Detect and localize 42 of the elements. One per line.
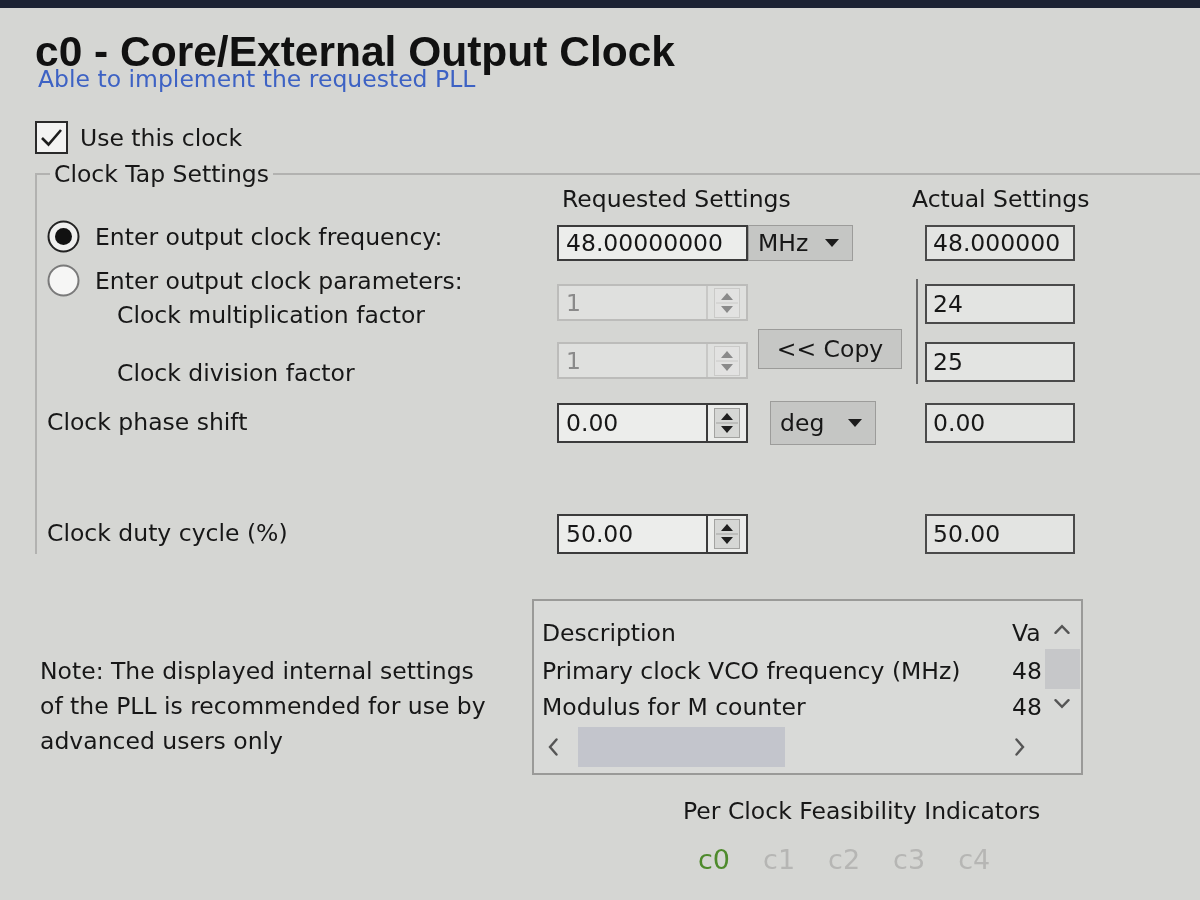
checkbox-label[interactable]: Use this clock: [80, 122, 243, 153]
spin-box[interactable]: 0.00: [557, 403, 748, 443]
unit-dropdown[interactable]: deg: [770, 401, 876, 445]
indicators-heading: Per Clock Feasibility Indicators: [683, 796, 1041, 826]
readonly-field: 48.000000: [925, 225, 1075, 261]
column-header: Va: [1012, 618, 1041, 648]
vertical-scrollbar-thumb[interactable]: [1044, 649, 1080, 689]
spinner-icon[interactable]: [714, 408, 740, 438]
column-header: Description: [542, 618, 676, 648]
readonly-field: 50.00: [925, 514, 1075, 554]
column-heading: Requested Settings: [562, 184, 791, 214]
table-cell: Modulus for M counter: [542, 692, 806, 722]
table-cell: 48: [1012, 656, 1042, 686]
column-heading: Actual Settings: [912, 184, 1090, 214]
readonly-field: 24: [925, 284, 1075, 324]
checkbox[interactable]: [35, 121, 68, 154]
table-cell: Primary clock VCO frequency (MHz): [542, 656, 961, 686]
spinner-icon[interactable]: [714, 519, 740, 549]
radio-label[interactable]: Enter output clock parameters:: [95, 265, 463, 296]
readonly-field: 25: [925, 342, 1075, 382]
chevron-up-icon[interactable]: [1054, 624, 1070, 634]
radio-label[interactable]: Enter output clock frequency:: [95, 221, 443, 252]
chevron-right-icon[interactable]: [1015, 738, 1025, 756]
group-box-label: Clock Tap Settings: [53, 159, 270, 189]
caret-icon: [848, 419, 862, 427]
setting-label: Clock duty cycle (%): [47, 518, 288, 548]
table-cell: 48: [1012, 692, 1042, 722]
note-text: Note: The displayed internal settings of the PLL is recommended for use by advanced users only: [40, 656, 487, 757]
copy-button[interactable]: << Copy: [758, 329, 902, 369]
setting-label: Clock multiplication factor: [117, 300, 425, 330]
chevron-down-icon[interactable]: [1054, 699, 1070, 709]
caret-icon: [825, 239, 839, 247]
radio-button[interactable]: [47, 264, 80, 297]
radio-button[interactable]: [47, 220, 80, 253]
setting-label: Clock phase shift: [47, 407, 248, 437]
chevron-left-icon[interactable]: [548, 738, 558, 756]
setting-label: Clock division factor: [117, 358, 355, 388]
readonly-field: 0.00: [925, 403, 1075, 443]
text-field[interactable]: 48.00000000: [557, 225, 748, 261]
spin-box[interactable]: 50.00: [557, 514, 748, 554]
unit-dropdown[interactable]: MHz: [748, 225, 853, 261]
clock-indicator: c0: [698, 844, 731, 876]
